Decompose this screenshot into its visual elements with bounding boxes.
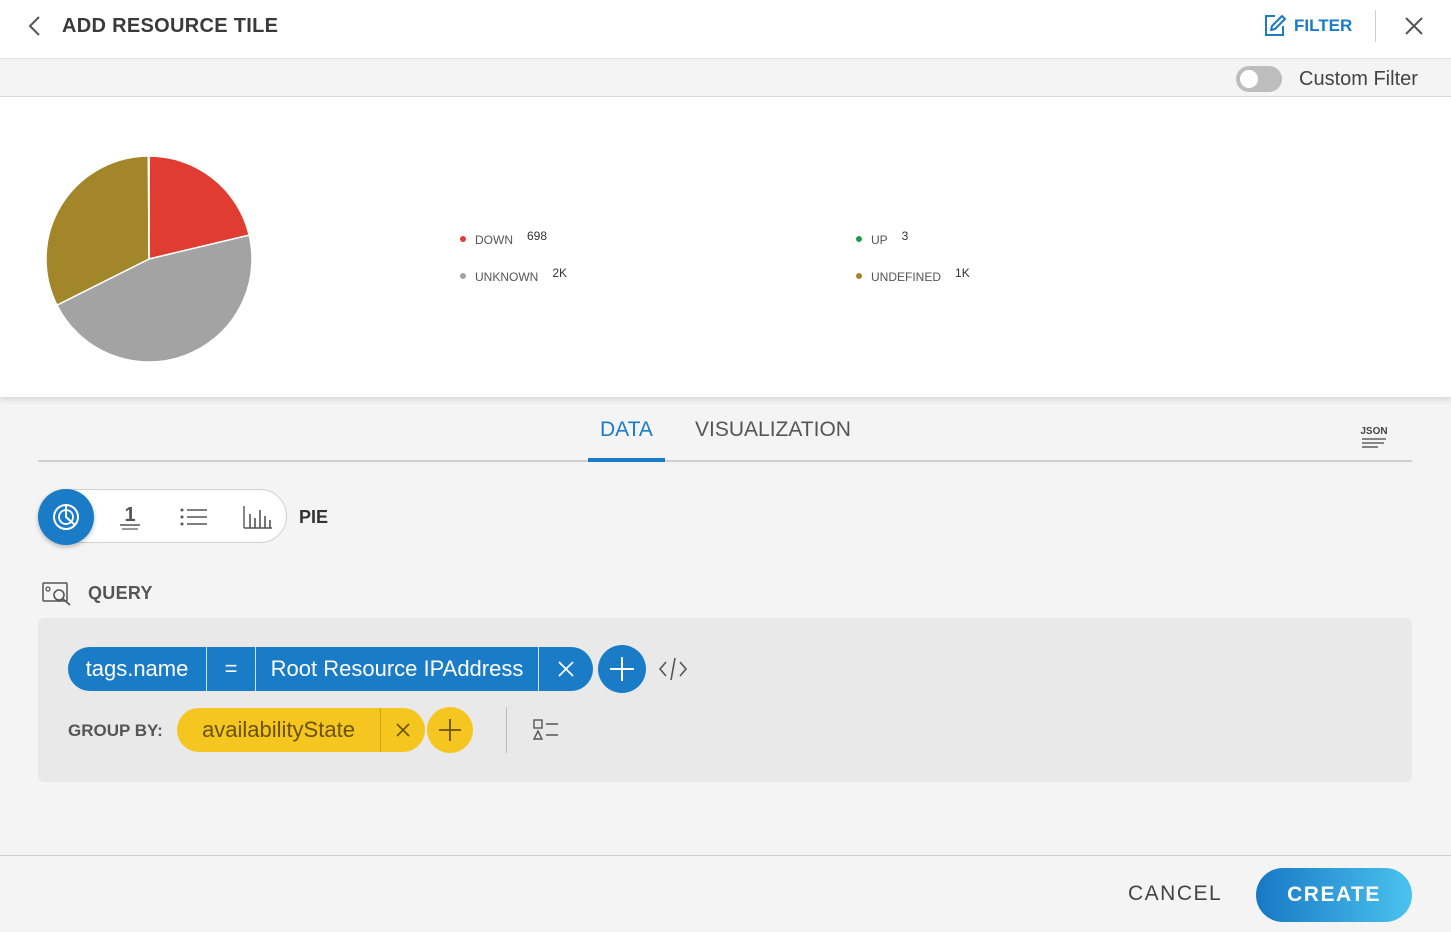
filter-chip[interactable]: tags.name = Root Resource IPAddress (68, 647, 593, 691)
viz-list-button[interactable] (167, 490, 221, 544)
close-icon (396, 723, 410, 737)
single-value-glyph: 1 (124, 504, 135, 526)
single-value-icon: 1 (120, 504, 140, 530)
legend-item-undefined: UNDEFINED 1K (856, 265, 970, 284)
group-by-divider (506, 707, 507, 753)
create-button[interactable]: CREATE (1256, 868, 1412, 922)
add-filter-button[interactable] (598, 645, 646, 693)
filter-bar: Custom Filter (0, 59, 1451, 97)
filter-label: FILTER (1294, 16, 1353, 35)
dialog-header: ADD RESOURCE TILE FILTER (0, 0, 1451, 59)
close-icon[interactable] (1402, 14, 1426, 38)
group-by-label: GROUP BY: (68, 721, 163, 740)
legend-dot-up (856, 235, 862, 242)
visualization-type-picker: 1 (38, 489, 287, 545)
chevron-left-icon[interactable] (24, 14, 48, 38)
custom-filter-toggle[interactable] (1236, 66, 1282, 92)
pie-slice-up[interactable] (147, 155, 150, 260)
legend-label-unknown: UNKNOWN (475, 270, 539, 284)
legend-item-up: UP 3 (856, 228, 909, 247)
page-title: ADD RESOURCE TILE (62, 15, 279, 37)
query-builder: tags.name = Root Resource IPAddress GROU… (38, 618, 1412, 782)
toggle-knob (1240, 70, 1258, 88)
tile-preview: DOWN 698 UNKNOWN 2K UP 3 UNDEFINED 1K (0, 97, 1451, 397)
legend-dot-unknown (460, 272, 466, 279)
cancel-button[interactable]: CANCEL (1128, 882, 1222, 906)
filter-operator[interactable]: = (207, 647, 255, 691)
filter-value[interactable]: Root Resource IPAddress (256, 647, 538, 691)
legend-value-down: 698 (527, 228, 548, 243)
plus-icon (610, 657, 634, 681)
pie-chart-icon (53, 504, 79, 530)
add-group-by-button[interactable] (427, 707, 473, 753)
active-tab-indicator (588, 458, 665, 462)
legend-dot-undefined (856, 272, 862, 279)
pie-chart (45, 155, 253, 363)
tab-visualization[interactable]: VISUALIZATION (695, 418, 851, 442)
legend-item-down: DOWN 698 (460, 228, 548, 247)
remove-filter-button[interactable] (539, 647, 593, 691)
custom-filter-label: Custom Filter (1299, 68, 1418, 90)
legend-value-up: 3 (901, 228, 909, 243)
filter-button[interactable]: FILTER (1262, 12, 1352, 40)
legend-label-undefined: UNDEFINED (871, 270, 942, 284)
sort-options-icon[interactable] (532, 718, 560, 742)
json-icon-text: JSON (1360, 426, 1387, 437)
list-icon (180, 508, 207, 526)
remove-group-by-button[interactable] (381, 708, 425, 752)
json-icon[interactable]: JSON (1360, 424, 1388, 450)
query-icon (42, 582, 71, 606)
code-icon[interactable] (658, 656, 688, 682)
selected-visualization-label: PIE (299, 507, 329, 527)
edit-icon (1265, 15, 1286, 36)
legend-label-up: UP (871, 233, 888, 247)
tab-bar: DATA VISUALIZATION JSON (38, 410, 1412, 462)
group-by-value[interactable]: availabilityState (177, 708, 380, 752)
header-divider (1375, 10, 1376, 42)
group-by-chip[interactable]: availabilityState (177, 708, 425, 752)
viz-single-value-button[interactable]: 1 (103, 490, 157, 544)
legend-item-unknown: UNKNOWN 2K (460, 265, 568, 284)
viz-bar-chart-button[interactable] (231, 490, 285, 544)
dialog-footer: CANCEL CREATE (0, 855, 1451, 932)
filter-field[interactable]: tags.name (68, 647, 206, 691)
legend-label-down: DOWN (475, 233, 513, 247)
legend-value-undefined: 1K (955, 265, 970, 280)
plus-icon (439, 719, 461, 741)
legend-dot-down (460, 235, 466, 242)
bar-chart-icon (243, 506, 272, 529)
tab-data[interactable]: DATA (600, 418, 653, 442)
query-section-label: QUERY (88, 583, 153, 603)
legend-value-unknown: 2K (552, 265, 568, 280)
viz-pie-button[interactable] (38, 489, 94, 545)
close-icon (558, 661, 574, 677)
